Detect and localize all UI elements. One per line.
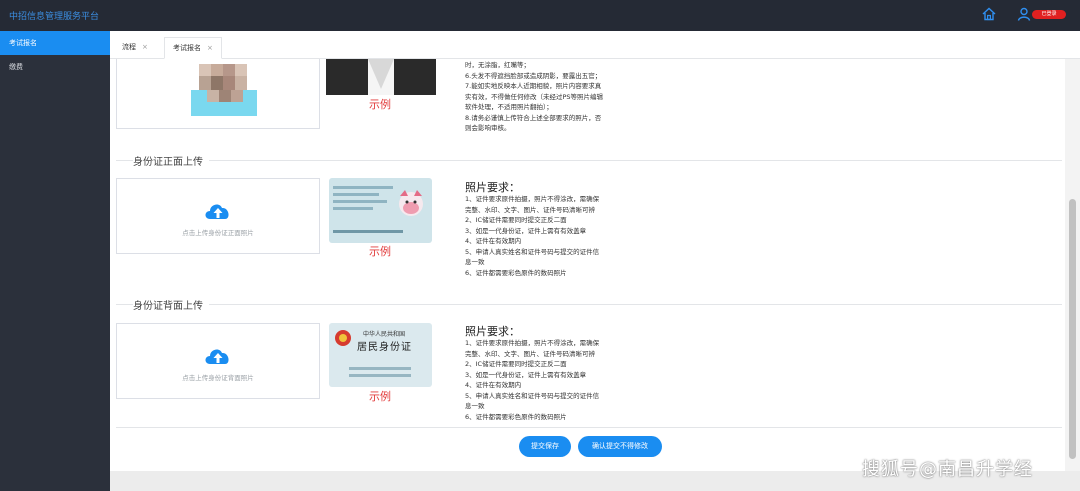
- section-divider: [116, 160, 1062, 161]
- id-back-upload-box[interactable]: 点击上传身份证背面照片: [116, 323, 320, 399]
- id-card-title-line1: 中华人民共和国: [363, 331, 406, 338]
- sidebar: 考试报名 缴费: [0, 31, 110, 491]
- tab-label: 流程: [122, 43, 136, 51]
- id-front-example-image: [329, 178, 432, 243]
- id-card-title-line2: 居民身份证: [357, 342, 412, 353]
- scroll-thumb[interactable]: [1069, 199, 1076, 459]
- example-photo: [326, 59, 436, 95]
- upload-hint: 点击上传身份证背面照片: [182, 374, 254, 382]
- photo-upload-box[interactable]: [116, 59, 320, 129]
- confirm-submit-button[interactable]: 确认提交不得修改: [578, 436, 662, 457]
- user-icon[interactable]: [1017, 7, 1031, 21]
- main-content: 示例 时，无涂脂，红嘴等； 6.头发不得遮挡脸部或造成阴影，要露出五官； 7.能…: [110, 59, 1065, 471]
- tab-process[interactable]: 流程 ×: [114, 37, 156, 59]
- close-icon[interactable]: ×: [207, 44, 213, 52]
- scrollbar[interactable]: [1065, 59, 1080, 471]
- requirements-title: 照片要求：: [465, 325, 520, 338]
- section-divider: [116, 427, 1062, 428]
- id-back-requirements-text: 1、证件要求原件拍摄，照片不得涂改，需确保 完整、水印、文字、图片、证件号码清晰…: [465, 339, 600, 421]
- section-title-id-front: 身份证正面上传: [133, 153, 209, 168]
- cloud-upload-icon: [205, 349, 229, 364]
- example-label: 示例: [369, 245, 391, 258]
- tab-bar: 流程 × 考试报名 ×: [110, 31, 1080, 59]
- top-bar: 中招信息管理服务平台 已登录: [0, 0, 1080, 31]
- section-divider: [116, 304, 1062, 305]
- section-title-id-back: 身份证背面上传: [133, 297, 209, 312]
- tab-label: 考试报名: [173, 44, 201, 52]
- tab-exam-registration[interactable]: 考试报名 ×: [164, 37, 222, 59]
- home-icon[interactable]: [982, 7, 996, 21]
- submit-save-button[interactable]: 提交保存: [519, 436, 571, 457]
- user-name-badge[interactable]: 已登录: [1032, 10, 1066, 19]
- example-label: 示例: [369, 98, 391, 111]
- id-front-upload-box[interactable]: 点击上传身份证正面照片: [116, 178, 320, 254]
- id-front-requirements-text: 1、证件要求原件拍摄，照片不得涂改，需确保 完整、水印、文字、图片、证件号码清晰…: [465, 195, 600, 277]
- cloud-upload-icon: [205, 204, 229, 219]
- watermark-text: 搜狐号@南昌升学经: [862, 459, 1033, 480]
- id-back-example-image: 中华人民共和国 居民身份证: [329, 323, 432, 387]
- app-title: 中招信息管理服务平台: [9, 12, 100, 22]
- sidebar-item-exam-registration[interactable]: 考试报名: [0, 31, 110, 55]
- pixelated-photo-icon: [185, 59, 263, 116]
- close-icon[interactable]: ×: [142, 43, 148, 51]
- example-label: 示例: [369, 390, 391, 403]
- sidebar-item-payment[interactable]: 缴费: [0, 55, 110, 79]
- national-emblem-icon: [335, 330, 351, 346]
- requirements-title: 照片要求：: [465, 181, 520, 194]
- photo-requirements-text: 时，无涂脂，红嘴等； 6.头发不得遮挡脸部或造成阴影，要露出五官； 7.能如实地…: [465, 61, 604, 132]
- upload-hint: 点击上传身份证正面照片: [182, 229, 254, 237]
